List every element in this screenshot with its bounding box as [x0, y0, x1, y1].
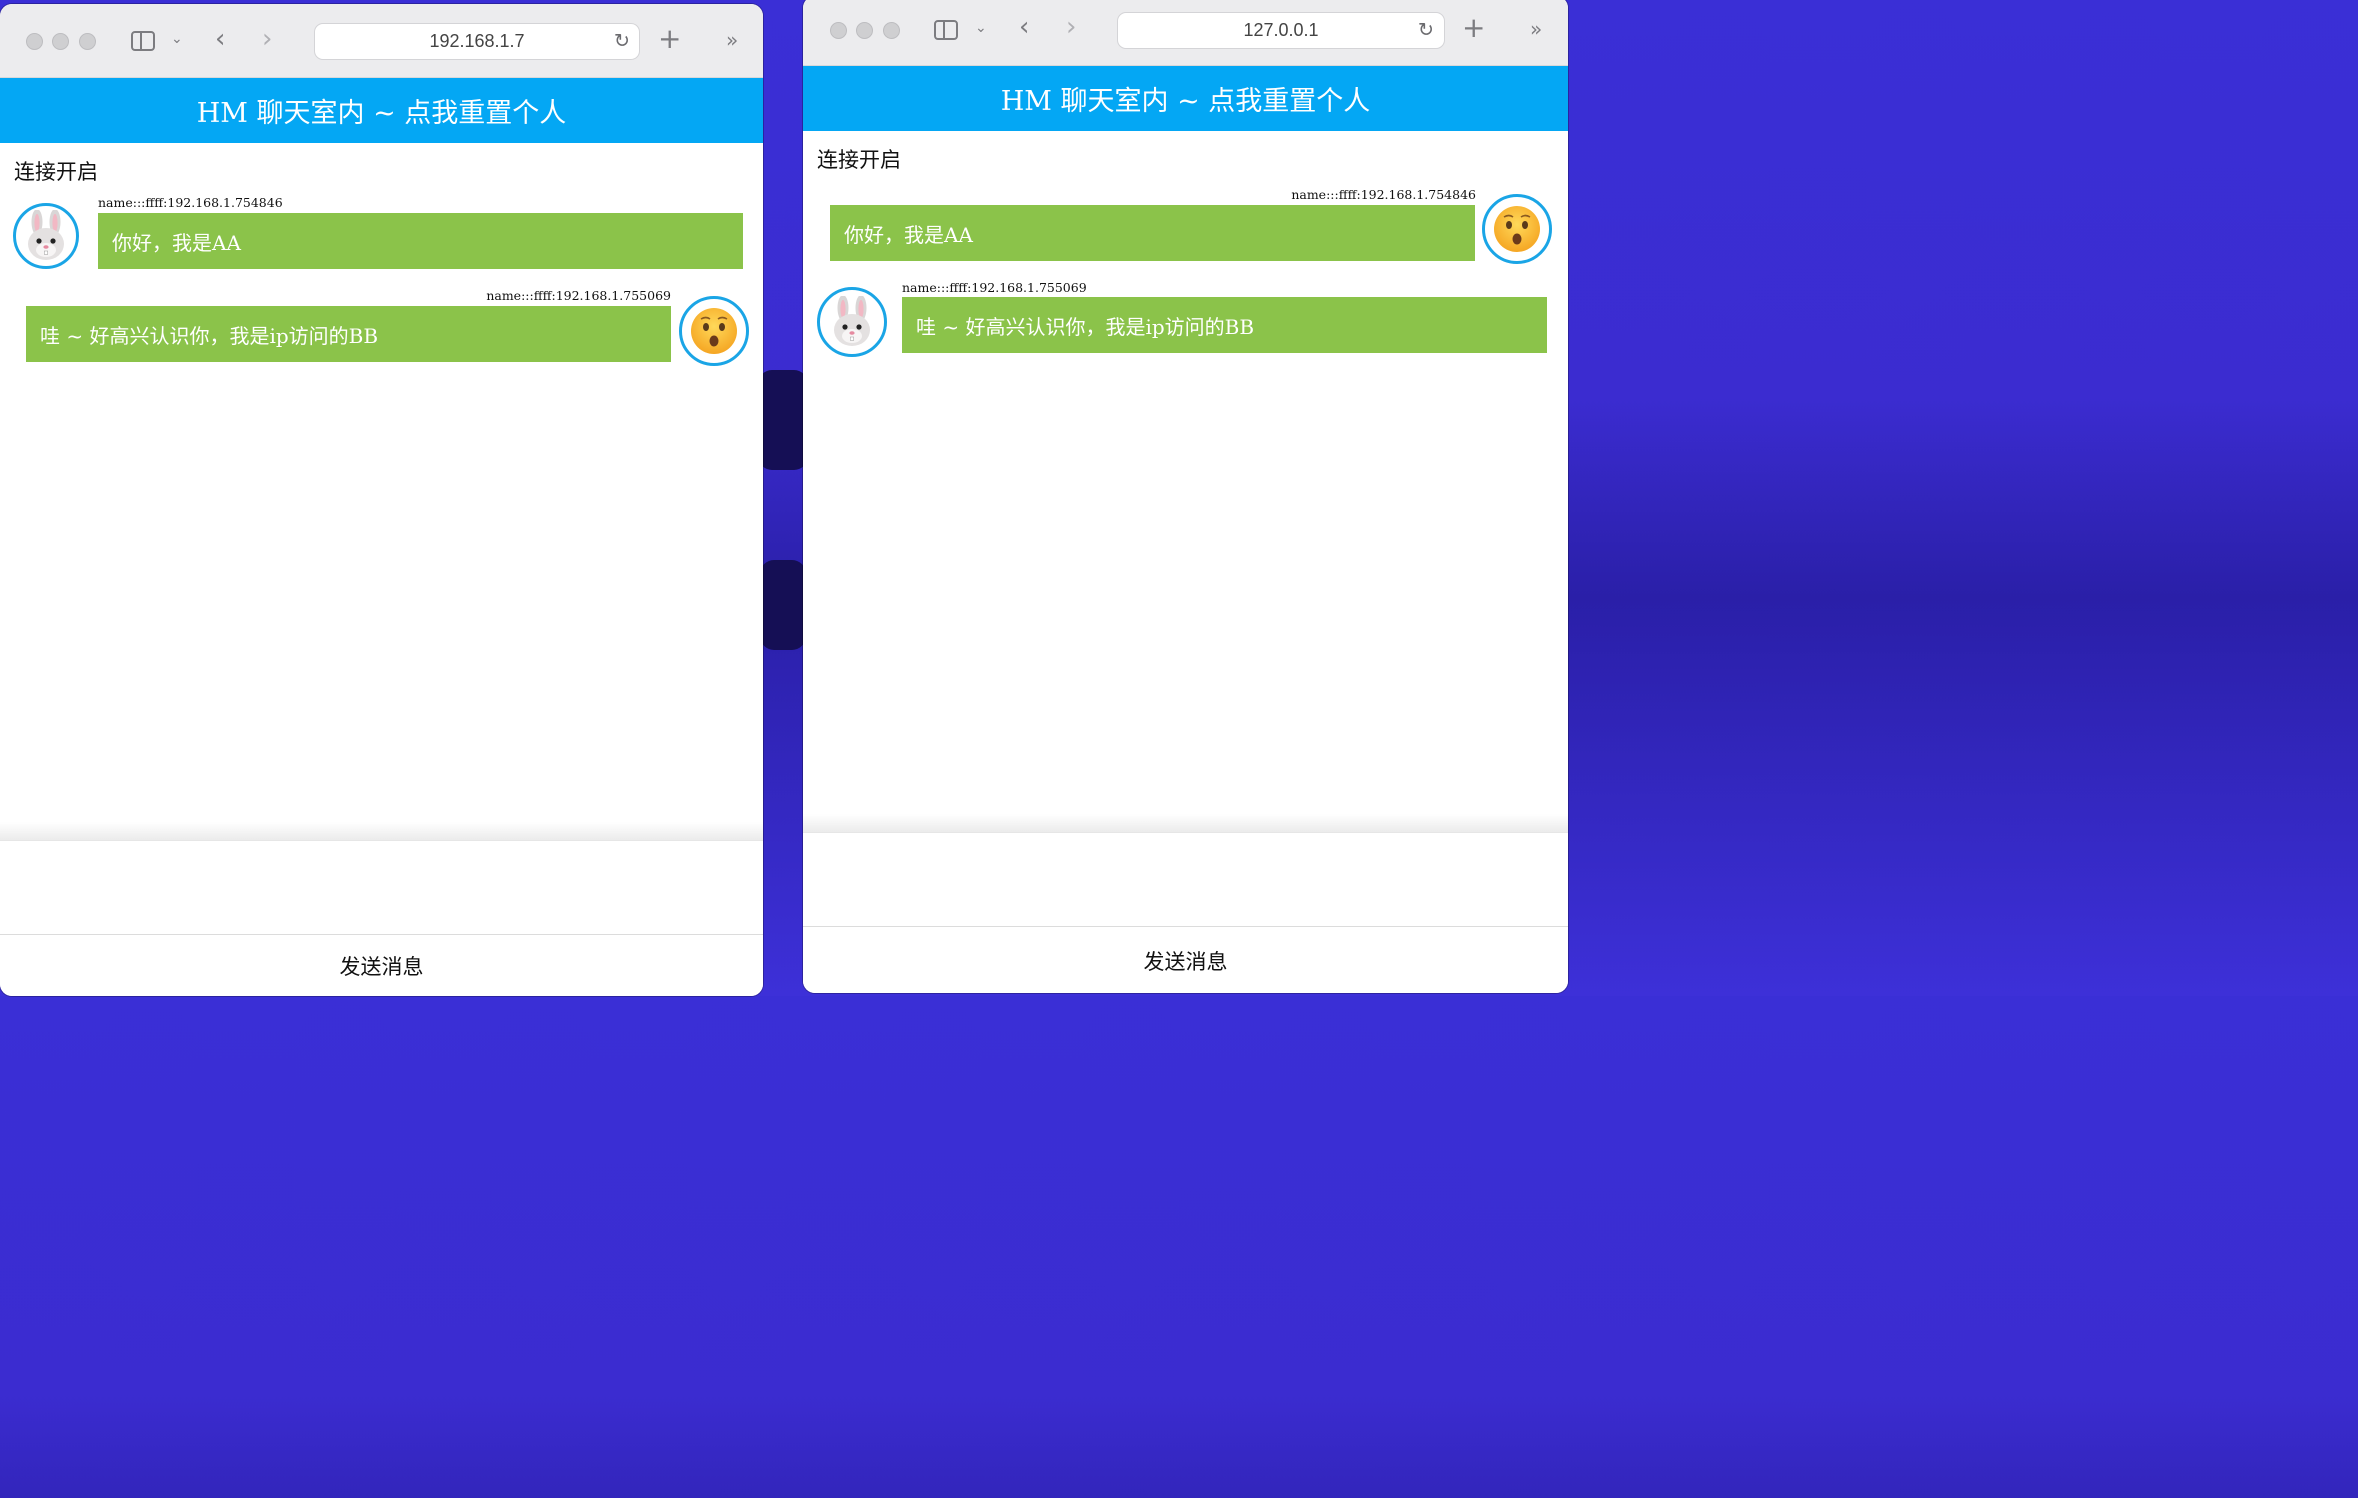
address-text: 127.0.0.1: [1243, 20, 1319, 40]
close-window-button[interactable]: [830, 22, 847, 39]
browser-window-left: ⌄ ‹ › 192.168.1.7 ↻ + » HM 聊天室内 ~ 点我重置个人…: [0, 4, 763, 996]
chat-header[interactable]: HM 聊天室内 ~ 点我重置个人: [803, 66, 1568, 131]
address-bar[interactable]: 192.168.1.7: [314, 23, 640, 60]
chat-title: HM 聊天室内 ~ 点我重置个人: [196, 98, 567, 129]
minimize-window-button[interactable]: [856, 22, 873, 39]
sidebar-icon[interactable]: [131, 31, 155, 51]
sidebar-icon[interactable]: [934, 20, 958, 40]
avatar: [13, 203, 79, 269]
message-sender: name:::ffff:192.168.1.754846: [1291, 187, 1476, 202]
more-tabs-icon[interactable]: »: [726, 28, 738, 52]
connection-status: 连接开启: [14, 160, 98, 184]
reload-icon[interactable]: ↻: [614, 30, 630, 52]
send-button[interactable]: 发送消息: [0, 934, 763, 996]
message-bubble: 你好，我是AA: [98, 213, 743, 269]
zoom-window-button[interactable]: [79, 33, 96, 50]
minimize-window-button[interactable]: [52, 33, 69, 50]
new-tab-icon[interactable]: +: [658, 22, 681, 55]
message-bubble: 哇 ~ 好高兴认识你，我是ip访问的BB: [902, 297, 1547, 353]
chevron-down-icon[interactable]: ⌄: [171, 31, 183, 47]
address-bar[interactable]: 127.0.0.1: [1117, 12, 1445, 49]
send-label: 发送消息: [1143, 949, 1228, 974]
message-input[interactable]: [803, 832, 1568, 927]
avatar: [1482, 194, 1552, 264]
browser-window-right: ⌄ ‹ › 127.0.0.1 ↻ + » HM 聊天室内 ~ 点我重置个人 连…: [803, 0, 1568, 993]
message-input[interactable]: [0, 840, 763, 935]
message-bubble: 哇 ~ 好高兴认识你，我是ip访问的BB: [26, 306, 671, 362]
hushed-face-icon: [689, 306, 739, 356]
browser-toolbar: ⌄ ‹ › 127.0.0.1 ↻ + »: [803, 0, 1568, 66]
close-window-button[interactable]: [26, 33, 43, 50]
rabbit-icon: [828, 296, 876, 348]
message-sender: name:::ffff:192.168.1.754846: [98, 195, 283, 210]
forward-icon[interactable]: ›: [262, 24, 272, 54]
connection-status: 连接开启: [817, 148, 901, 172]
avatar: [817, 287, 887, 357]
chat-title: HM 聊天室内 ~ 点我重置个人: [1000, 86, 1371, 117]
footer-shadow: [0, 822, 763, 840]
avatar: [679, 296, 749, 366]
chevron-down-icon[interactable]: ⌄: [975, 20, 987, 36]
message-sender: name:::ffff:192.168.1.755069: [486, 288, 671, 303]
forward-icon[interactable]: ›: [1066, 12, 1076, 42]
back-icon[interactable]: ‹: [215, 24, 225, 54]
zoom-window-button[interactable]: [883, 22, 900, 39]
chat-header[interactable]: HM 聊天室内 ~ 点我重置个人: [0, 78, 763, 143]
more-tabs-icon[interactable]: »: [1530, 17, 1542, 41]
footer-shadow: [803, 814, 1568, 832]
message-sender: name:::ffff:192.168.1.755069: [902, 280, 1087, 295]
hushed-face-icon: [1492, 204, 1542, 254]
back-icon[interactable]: ‹: [1019, 12, 1029, 42]
rabbit-icon: [22, 210, 70, 262]
message-bubble: 你好，我是AA: [830, 205, 1475, 261]
new-tab-icon[interactable]: +: [1462, 11, 1485, 44]
desktop-shape: [758, 370, 808, 470]
send-label: 发送消息: [339, 955, 424, 979]
send-button[interactable]: 发送消息: [803, 926, 1568, 993]
reload-icon[interactable]: ↻: [1418, 19, 1434, 41]
browser-toolbar: ⌄ ‹ › 192.168.1.7 ↻ + »: [0, 4, 763, 78]
address-text: 192.168.1.7: [429, 31, 525, 51]
desktop-shape: [760, 560, 806, 650]
